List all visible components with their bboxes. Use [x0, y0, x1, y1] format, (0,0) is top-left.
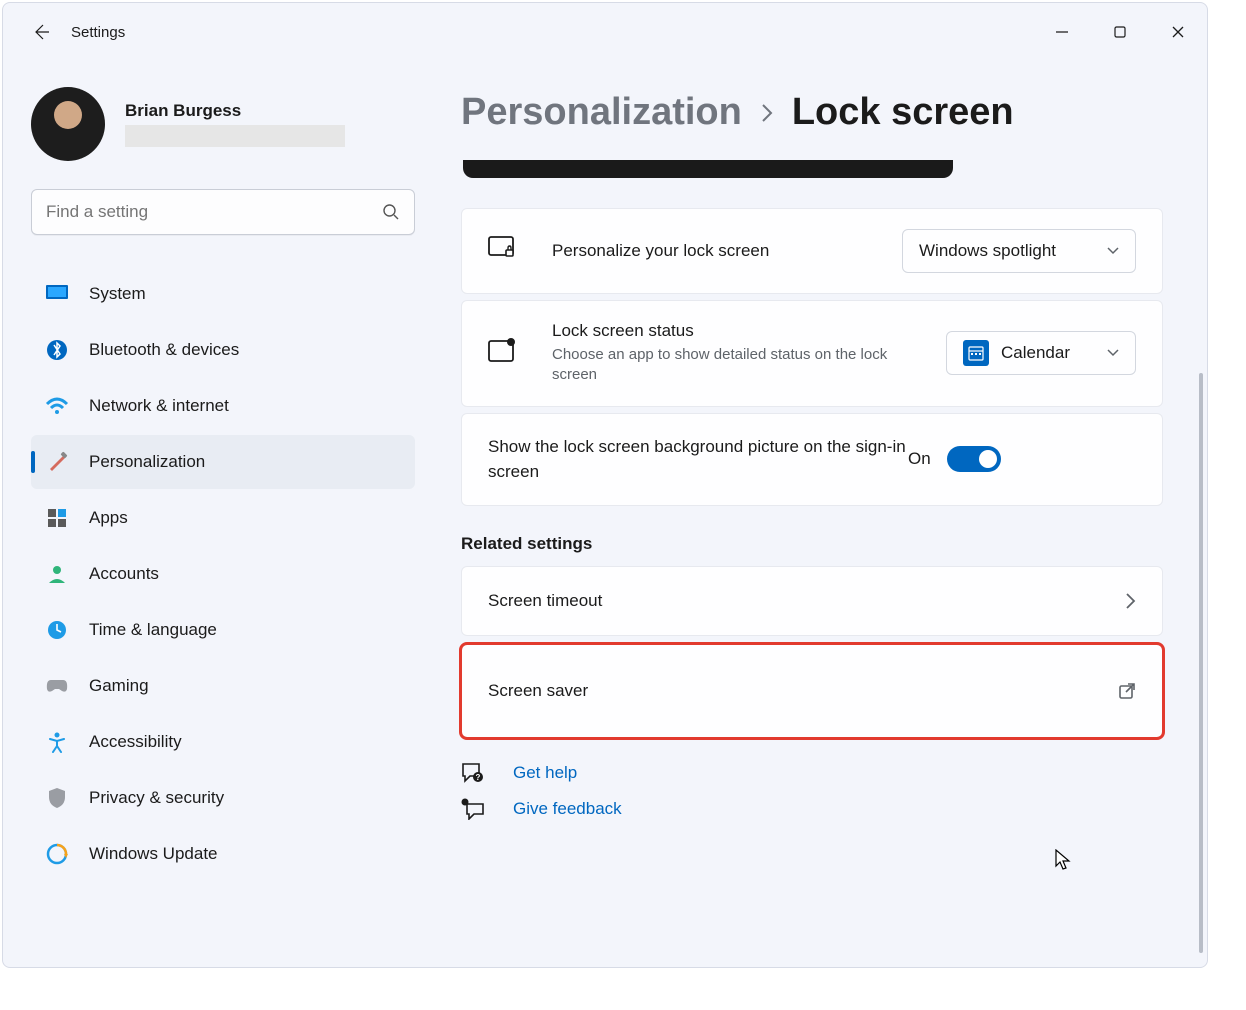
nav-windows-update[interactable]: Windows Update [31, 827, 415, 881]
breadcrumb-parent[interactable]: Personalization [461, 91, 742, 134]
nav-accessibility[interactable]: Accessibility [31, 715, 415, 769]
nav-label: Privacy & security [89, 788, 224, 808]
toggle-label: Show the lock screen background picture … [488, 434, 908, 485]
nav-apps[interactable]: Apps [31, 491, 415, 545]
mouse-cursor-icon [1055, 849, 1073, 871]
give-feedback-link[interactable]: Give feedback [513, 799, 622, 819]
nav-label: Apps [89, 508, 128, 528]
nav-bluetooth[interactable]: Bluetooth & devices [31, 323, 415, 377]
status-app-select[interactable]: Calendar [946, 331, 1136, 375]
titlebar: Settings [3, 3, 1207, 61]
nav-privacy[interactable]: Privacy & security [31, 771, 415, 825]
nav-label: Bluetooth & devices [89, 340, 239, 360]
badge-icon [488, 338, 518, 368]
paintbrush-icon [43, 448, 71, 476]
toggle-switch[interactable] [947, 446, 1001, 472]
calendar-icon [963, 340, 989, 366]
chevron-down-icon [1107, 349, 1119, 357]
chevron-right-icon [760, 103, 774, 123]
chevron-down-icon [1107, 247, 1119, 255]
scrollbar[interactable] [1199, 373, 1203, 953]
apps-icon [43, 504, 71, 532]
search-icon [382, 203, 400, 221]
user-name: Brian Burgess [125, 101, 345, 121]
nav-list: System Bluetooth & devices Network & int… [31, 265, 415, 949]
show-background-on-signin-card: Show the lock screen background picture … [461, 413, 1163, 506]
personalize-select[interactable]: Windows spotlight [902, 229, 1136, 273]
nav-gaming[interactable]: Gaming [31, 659, 415, 713]
minimize-button[interactable] [1033, 8, 1091, 56]
screen-saver-link[interactable]: Screen saver [461, 644, 1163, 738]
nav-label: Accessibility [89, 732, 182, 752]
sidebar: Brian Burgess System [3, 61, 433, 967]
nav-label: Accounts [89, 564, 159, 584]
link-label: Screen timeout [488, 591, 1124, 611]
nav-label: Personalization [89, 452, 205, 472]
related-settings-heading: Related settings [461, 534, 1163, 554]
lock-screen-status-card[interactable]: Lock screen status Choose an app to show… [461, 300, 1163, 407]
shield-icon [43, 784, 71, 812]
user-profile[interactable]: Brian Burgess [31, 87, 415, 161]
card-subtitle: Choose an app to show detailed status on… [552, 345, 892, 386]
lock-screen-preview [463, 160, 953, 178]
main-content: Personalization Lock screen Personalize … [433, 61, 1207, 967]
svg-text:?: ? [476, 773, 481, 782]
nav-time-language[interactable]: Time & language [31, 603, 415, 657]
search-box[interactable] [31, 189, 415, 235]
search-input[interactable] [46, 202, 382, 222]
accessibility-icon [43, 728, 71, 756]
breadcrumb-current: Lock screen [792, 91, 1014, 134]
external-link-icon [1118, 682, 1136, 700]
bluetooth-icon [43, 336, 71, 364]
avatar [31, 87, 105, 161]
nav-label: Time & language [89, 620, 217, 640]
card-title: Personalize your lock screen [552, 241, 902, 261]
feedback-icon [461, 798, 485, 820]
chevron-right-icon [1124, 592, 1136, 610]
select-value: Windows spotlight [919, 241, 1056, 261]
nav-label: Network & internet [89, 396, 229, 416]
card-title: Lock screen status [552, 321, 946, 341]
nav-label: Windows Update [89, 844, 218, 864]
nav-network[interactable]: Network & internet [31, 379, 415, 433]
nav-accounts[interactable]: Accounts [31, 547, 415, 601]
select-value: Calendar [1001, 343, 1070, 363]
gamepad-icon [43, 672, 71, 700]
update-icon [43, 840, 71, 868]
monitor-icon [43, 280, 71, 308]
give-feedback-row: Give feedback [461, 798, 1163, 820]
maximize-button[interactable] [1091, 8, 1149, 56]
user-email-redacted [125, 125, 345, 147]
nav-label: Gaming [89, 676, 149, 696]
help-icon: ? [461, 762, 485, 784]
screen-timeout-link[interactable]: Screen timeout [461, 566, 1163, 636]
link-label: Screen saver [488, 681, 1118, 701]
get-help-link[interactable]: Get help [513, 763, 577, 783]
close-button[interactable] [1149, 8, 1207, 56]
person-icon [43, 560, 71, 588]
toggle-state-text: On [908, 449, 931, 469]
settings-window: Settings Brian Burgess [2, 2, 1208, 968]
personalize-lock-screen-card[interactable]: Personalize your lock screen Windows spo… [461, 208, 1163, 294]
breadcrumb: Personalization Lock screen [461, 91, 1163, 134]
nav-label: System [89, 284, 146, 304]
nav-personalization[interactable]: Personalization [31, 435, 415, 489]
wifi-icon [43, 392, 71, 420]
get-help-row: ? Get help [461, 762, 1163, 784]
app-name: Settings [71, 24, 125, 41]
nav-system[interactable]: System [31, 267, 415, 321]
back-button[interactable] [21, 12, 61, 52]
lock-screen-icon [488, 236, 518, 266]
clock-globe-icon [43, 616, 71, 644]
